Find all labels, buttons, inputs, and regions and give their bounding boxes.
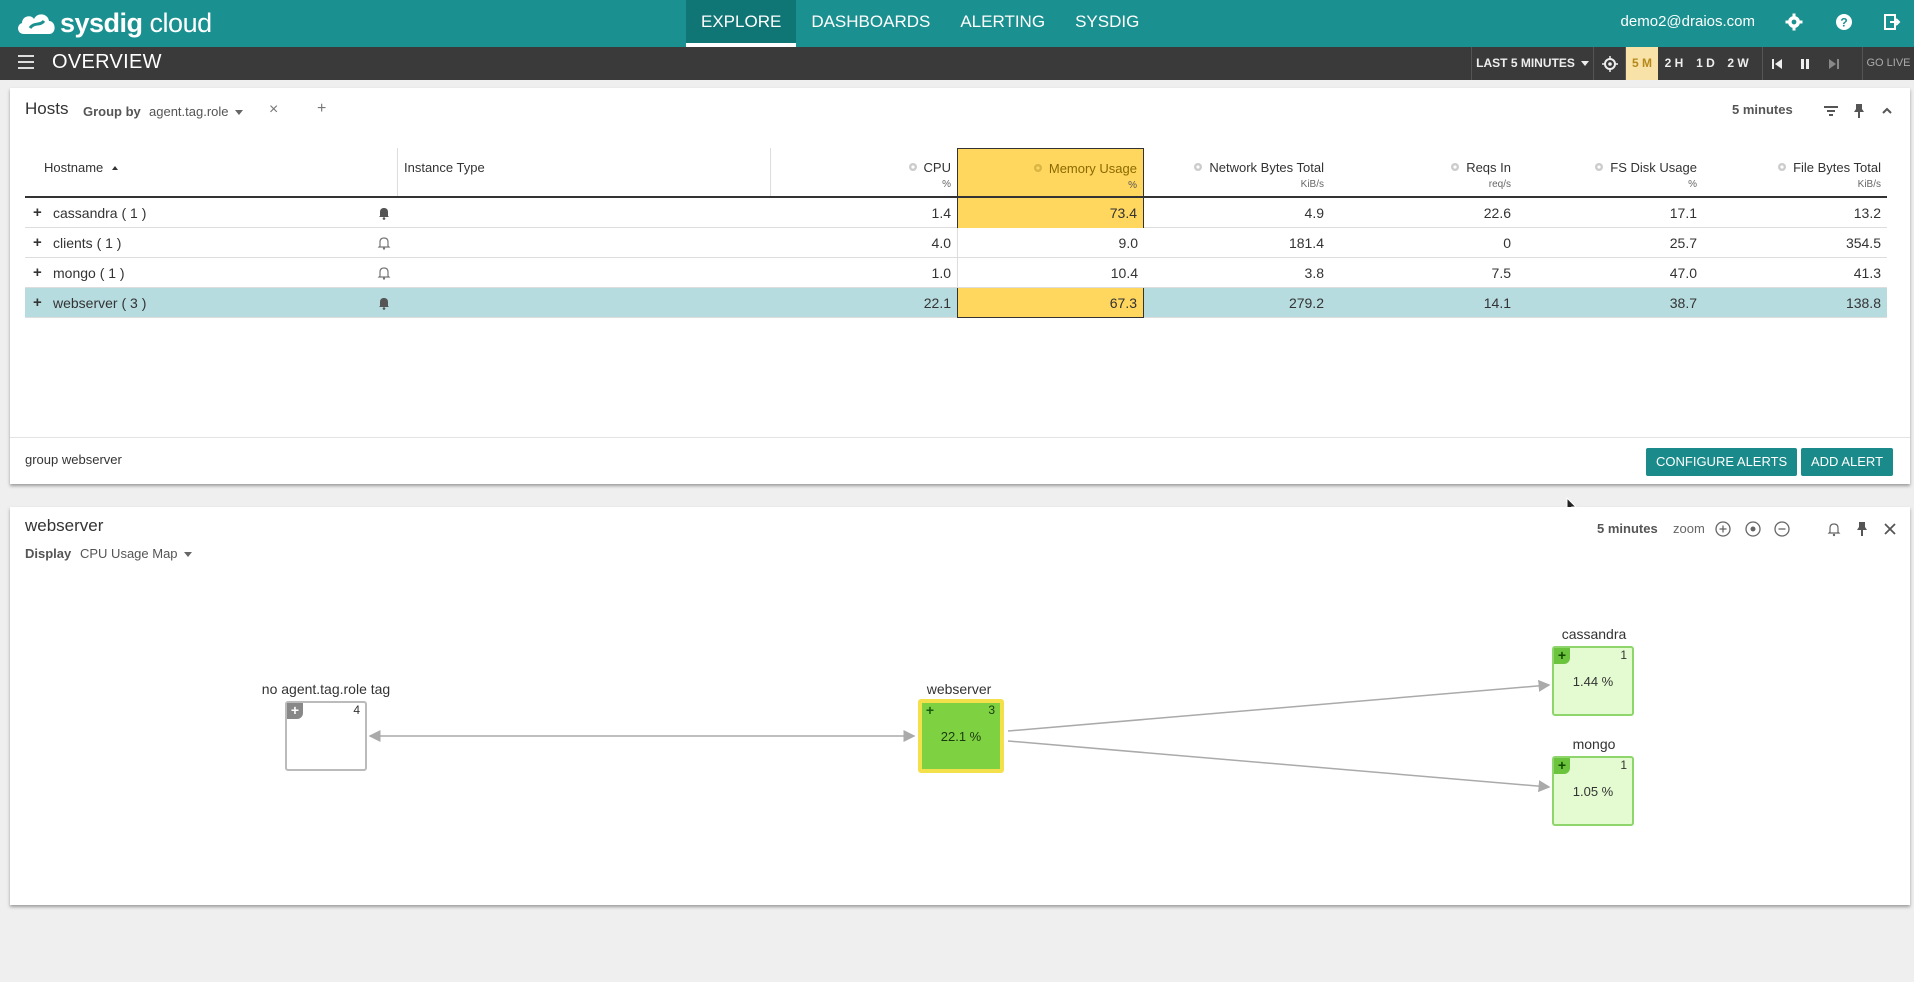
column-header-fs-disk-usage[interactable]: FS Disk Usage % (1517, 148, 1703, 196)
gear-icon[interactable] (1782, 10, 1806, 34)
overview-bar: OVERVIEW LAST 5 MINUTES 5 M 2 H 1 D 2 W … (0, 47, 1914, 80)
help-icon[interactable]: ? (1832, 10, 1856, 34)
node-label: webserver (926, 681, 992, 697)
hamburger-menu-icon[interactable] (18, 55, 34, 69)
gear-icon (1033, 164, 1042, 172)
map-node-webserver[interactable]: + 3 22.1 % (918, 699, 1004, 773)
group-by-label: Group by (83, 104, 141, 119)
table-row[interactable]: + clients ( 1 ) 4.0 9.0 181.4 0 25.7 354… (25, 228, 1887, 258)
node-label: cassandra (1561, 626, 1627, 642)
configure-alerts-button[interactable]: CONFIGURE ALERTS (1646, 448, 1798, 476)
nav-alerting[interactable]: ALERTING (945, 0, 1060, 47)
table-row[interactable]: + webserver ( 3 ) 22.1 67.3 279.2 14.1 3… (25, 288, 1887, 318)
connection-line (1007, 679, 1551, 732)
selection-text: group webserver (25, 452, 122, 467)
preset-2h[interactable]: 2 H (1658, 47, 1690, 80)
node-expand-icon[interactable]: + (1554, 648, 1570, 664)
preset-5m[interactable]: 5 M (1625, 47, 1658, 80)
hosts-panel: Hosts Group by agent.tag.role × + 5 minu… (10, 88, 1910, 484)
connection-line (1007, 740, 1551, 793)
preset-2w[interactable]: 2 W (1721, 47, 1755, 80)
map-panel: webserver Display CPU Usage Map 5 minute… (10, 507, 1910, 905)
nav-explore[interactable]: EXPLORE (686, 0, 797, 47)
user-email[interactable]: demo2@draios.com (1621, 0, 1755, 43)
hostname-cell: webserver ( 3 ) (53, 295, 147, 311)
time-range-dropdown[interactable]: LAST 5 MINUTES (1471, 47, 1593, 80)
go-live-button[interactable]: GO LIVE (1862, 47, 1914, 80)
node-expand-icon[interactable]: + (922, 703, 938, 719)
column-header-file-bytes[interactable]: File Bytes Total KiB/s (1703, 148, 1887, 196)
panel-time-label: 5 minutes (1732, 102, 1793, 117)
column-header-reqs-in[interactable]: Reqs In req/s (1330, 148, 1517, 196)
top-nav-bar: sysdig cloud EXPLORE DASHBOARDS ALERTING… (0, 0, 1914, 47)
gear-icon (908, 163, 917, 171)
gear-icon (1595, 163, 1604, 171)
expand-row-icon[interactable]: + (33, 258, 42, 288)
column-header-instance-type[interactable]: Instance Type (398, 148, 771, 196)
column-header-cpu[interactable]: CPU % (771, 148, 957, 196)
page-title: OVERVIEW (52, 51, 162, 73)
node-label: no agent.tag.role tag (261, 681, 391, 697)
hosts-panel-title: Hosts (25, 99, 69, 118)
hostname-cell: cassandra ( 1 ) (53, 205, 147, 221)
expand-row-icon[interactable]: + (33, 228, 42, 258)
nav-dashboards[interactable]: DASHBOARDS (796, 0, 945, 47)
node-expand-icon[interactable]: + (1554, 758, 1570, 774)
nav-sysdig[interactable]: SYSDIG (1060, 0, 1154, 47)
node-label: mongo (1572, 736, 1616, 752)
skip-back-icon[interactable] (1762, 47, 1790, 80)
brand-name: sysdig cloud (60, 7, 212, 38)
crosshair-icon[interactable] (1593, 47, 1625, 80)
gear-icon (1194, 163, 1203, 171)
column-header-memory-usage[interactable]: Memory Usage % (957, 148, 1144, 196)
table-row[interactable]: + mongo ( 1 ) 1.0 10.4 3.8 7.5 47.0 41.3 (25, 258, 1887, 288)
sysdig-logo[interactable]: sysdig cloud (14, 6, 212, 40)
bell-filled-icon[interactable] (377, 296, 391, 310)
gear-icon (1778, 163, 1787, 171)
cloud-logo-icon (18, 14, 55, 34)
bell-outline-icon[interactable] (377, 266, 391, 280)
hostname-cell: clients ( 1 ) (53, 235, 122, 251)
add-alert-button[interactable]: ADD ALERT (1801, 448, 1894, 476)
logout-icon[interactable] (1880, 10, 1904, 34)
sort-asc-icon (112, 166, 118, 170)
hosts-panel-footer: group webserver CONFIGURE ALERTS ADD ALE… (10, 437, 1910, 484)
bell-outline-icon[interactable] (377, 236, 391, 250)
column-header-hostname[interactable]: Hostname (25, 148, 398, 196)
preset-1d[interactable]: 1 D (1690, 47, 1721, 80)
hostname-cell: mongo ( 1 ) (53, 265, 125, 281)
add-group-icon[interactable]: + (317, 100, 326, 118)
pause-icon[interactable] (1790, 47, 1820, 80)
remove-group-icon[interactable]: × (269, 101, 278, 119)
expand-row-icon[interactable]: + (33, 198, 42, 228)
main-nav: EXPLORE DASHBOARDS ALERTING SYSDIG (686, 0, 1154, 47)
filter-icon[interactable] (1821, 101, 1841, 121)
pin-icon[interactable] (1849, 101, 1869, 121)
bell-filled-icon[interactable] (377, 206, 391, 220)
node-expand-icon[interactable]: + (287, 703, 303, 719)
svg-text:?: ? (1840, 16, 1847, 30)
collapse-chevron-icon[interactable] (1877, 101, 1897, 121)
group-by-dropdown[interactable]: agent.tag.role (149, 104, 243, 119)
map-node-mongo[interactable]: + 1 1.05 % (1552, 756, 1634, 826)
gear-icon (1451, 163, 1460, 171)
map-node-untagged[interactable]: + 4 (285, 701, 367, 771)
column-header-network-bytes[interactable]: Network Bytes Total KiB/s (1144, 148, 1330, 196)
table-row[interactable]: + cassandra ( 1 ) 1.4 73.4 4.9 22.6 17.1… (25, 198, 1887, 228)
expand-row-icon[interactable]: + (33, 288, 42, 318)
skip-forward-icon[interactable] (1820, 47, 1848, 80)
map-node-cassandra[interactable]: + 1 1.44 % (1552, 646, 1634, 716)
